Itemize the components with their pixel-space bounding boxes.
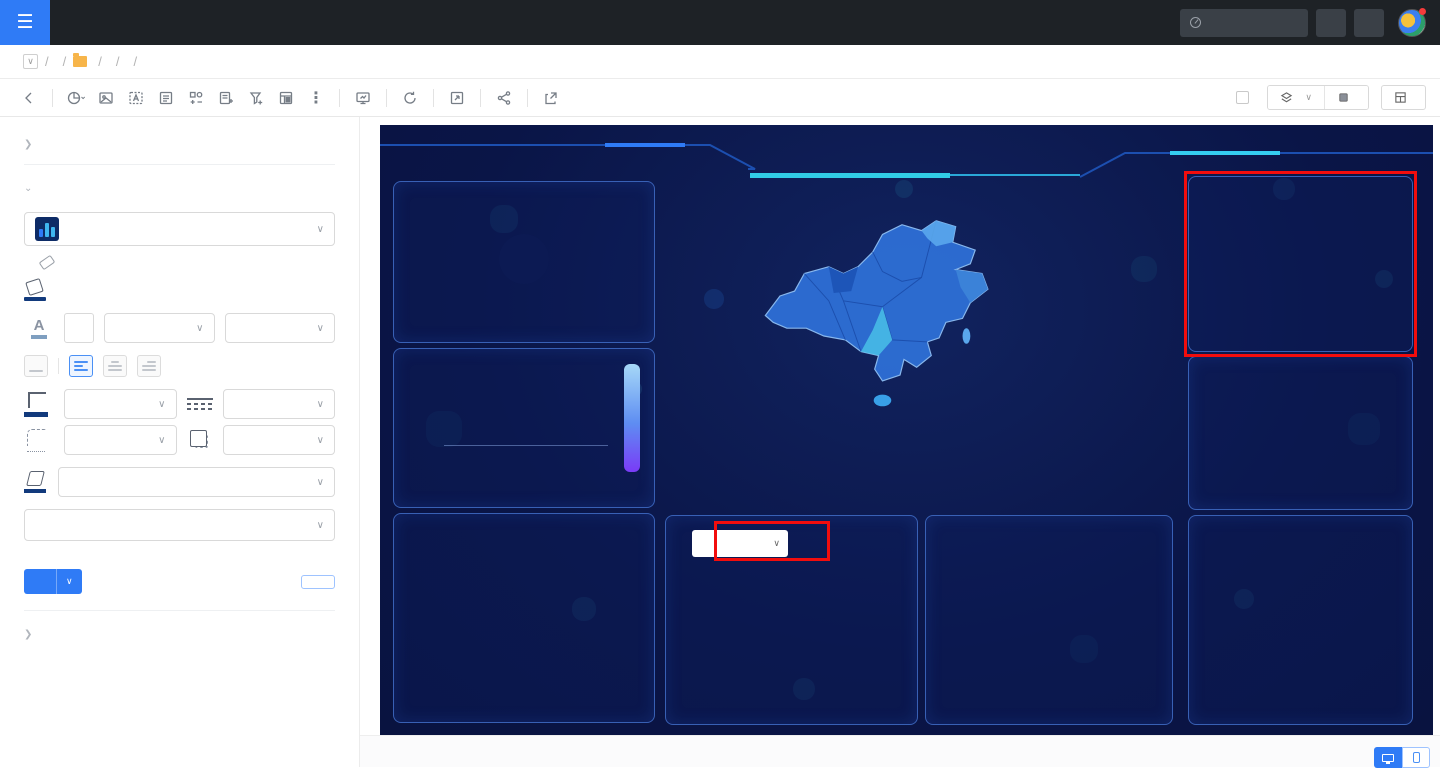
checkbox-icon[interactable] (1236, 91, 1249, 104)
border-radius-icon (24, 425, 54, 455)
breadcrumb-separator: / (116, 54, 120, 69)
theme-select[interactable]: ∨ (24, 212, 335, 246)
border-color-icon[interactable] (24, 389, 54, 419)
section-dashboard-style[interactable]: ⌄ (24, 175, 335, 202)
panel-department[interactable]: ∨ (665, 515, 918, 725)
add-form-icon[interactable] (151, 85, 181, 111)
panel-title (1189, 357, 1412, 370)
hamburger-menu-icon[interactable]: ☰ (0, 0, 50, 45)
sample-query-checkbox[interactable] (1236, 90, 1255, 105)
style-settings-sidebar: ❯ ⌄ ∨ A ∨ ∨ ∨ ∨ ∨ (0, 117, 360, 767)
share-icon[interactable] (489, 85, 519, 111)
annotation-filter-box (714, 521, 830, 561)
export-icon[interactable] (536, 85, 566, 111)
border-style-select[interactable]: ∨ (223, 389, 336, 419)
font-size-select[interactable]: ∨ (104, 313, 215, 343)
panel-region-top10[interactable] (393, 513, 655, 723)
dashboard-search-box[interactable] (1180, 9, 1308, 37)
border-radius-select[interactable]: ∨ (64, 425, 177, 455)
breadcrumb-app-create[interactable]: ∨ (20, 54, 38, 69)
nav-forward-button[interactable] (1354, 9, 1384, 37)
eraser-icon[interactable] (39, 255, 56, 270)
refresh-icon[interactable] (395, 85, 425, 111)
panel-title (394, 349, 654, 362)
annotation-container-box (1184, 171, 1417, 357)
panel-disease[interactable] (1188, 356, 1413, 510)
border-width-select[interactable]: ∨ (64, 389, 177, 419)
shadow-select[interactable]: ∨ (223, 425, 336, 455)
user-avatar[interactable] (1398, 9, 1426, 37)
panel-title (1189, 516, 1412, 529)
breadcrumb-separator: / (98, 54, 102, 69)
disease-line-chart (1189, 370, 1412, 486)
panel-er-week[interactable] (393, 181, 655, 343)
monitor-icon (1382, 754, 1394, 762)
bg-color-icon[interactable] (24, 469, 48, 495)
preview-icon[interactable] (348, 85, 378, 111)
bold-button[interactable] (64, 313, 94, 343)
font-color-button[interactable]: A (24, 313, 54, 343)
paint-bucket-icon[interactable] (24, 279, 46, 301)
breadcrumb-separator: / (134, 54, 138, 69)
shadow-icon (187, 427, 213, 453)
age-bar-chart (394, 362, 654, 480)
breadcrumb-separator: / (63, 54, 67, 69)
phone-icon (1413, 752, 1420, 763)
border-style-icon (187, 391, 213, 417)
panel-drugs[interactable] (1188, 515, 1413, 725)
apply-button[interactable]: ∨ (24, 569, 82, 594)
desktop-view-toggle[interactable] (1374, 747, 1402, 768)
title-pos-center-button[interactable] (103, 355, 127, 377)
canvas-footer (360, 735, 1440, 767)
gradient-legend (624, 364, 640, 472)
back-icon[interactable] (14, 85, 44, 111)
panel-title (394, 182, 654, 195)
folder-icon (73, 56, 87, 67)
breadcrumb-doc-demo[interactable] (73, 56, 91, 67)
panel-age-distribution[interactable] (393, 348, 655, 508)
title-pos-right-button[interactable] (137, 355, 161, 377)
mobile-view-toggle[interactable] (1402, 747, 1430, 768)
padding-select[interactable]: ∨ (58, 467, 335, 497)
panel-title (394, 514, 654, 527)
palette-select[interactable]: ∨ (24, 509, 335, 541)
china-map[interactable] (676, 213, 1128, 418)
add-filter-icon[interactable] (241, 85, 271, 111)
add-table-icon[interactable] (271, 85, 301, 111)
breadcrumb: ∨ / / / / / (0, 45, 1440, 79)
add-card-icon[interactable] (211, 85, 241, 111)
add-image-icon[interactable] (91, 85, 121, 111)
title-pos-none-button[interactable] (24, 355, 48, 377)
editor-toolbar: ⋮ ∨ (0, 79, 1440, 117)
dashboard-icon (1190, 17, 1201, 28)
er-donut-chart (481, 216, 567, 302)
add-widget-icon[interactable] (181, 85, 211, 111)
layers-button[interactable] (1324, 86, 1368, 109)
section-bg-image[interactable]: ❯ (24, 621, 335, 648)
title-pos-left-button[interactable] (69, 355, 93, 377)
save-as-button[interactable] (301, 575, 335, 589)
section-title-collapsed[interactable]: ❯ (24, 131, 335, 158)
panel-doctors[interactable] (925, 515, 1173, 725)
font-family-select[interactable]: ∨ (225, 313, 336, 343)
apply-dropdown-icon[interactable]: ∨ (56, 569, 82, 594)
nav-back-button[interactable] (1316, 9, 1346, 37)
add-chart-icon[interactable] (61, 85, 91, 111)
panel-title (926, 516, 1172, 534)
page-layout-button[interactable] (1381, 85, 1426, 110)
dashboard-canvas[interactable]: ∨ (380, 125, 1433, 735)
more-icon[interactable]: ⋮ (301, 85, 331, 111)
breadcrumb-separator: / (45, 54, 49, 69)
top-navbar: ☰ (0, 0, 1440, 45)
chevron-down-icon[interactable]: ∨ (23, 54, 38, 69)
theme-icon (35, 217, 59, 241)
arrange-button[interactable]: ∨ (1268, 86, 1324, 109)
fullscreen-icon[interactable] (442, 85, 472, 111)
add-text-icon[interactable] (121, 85, 151, 111)
